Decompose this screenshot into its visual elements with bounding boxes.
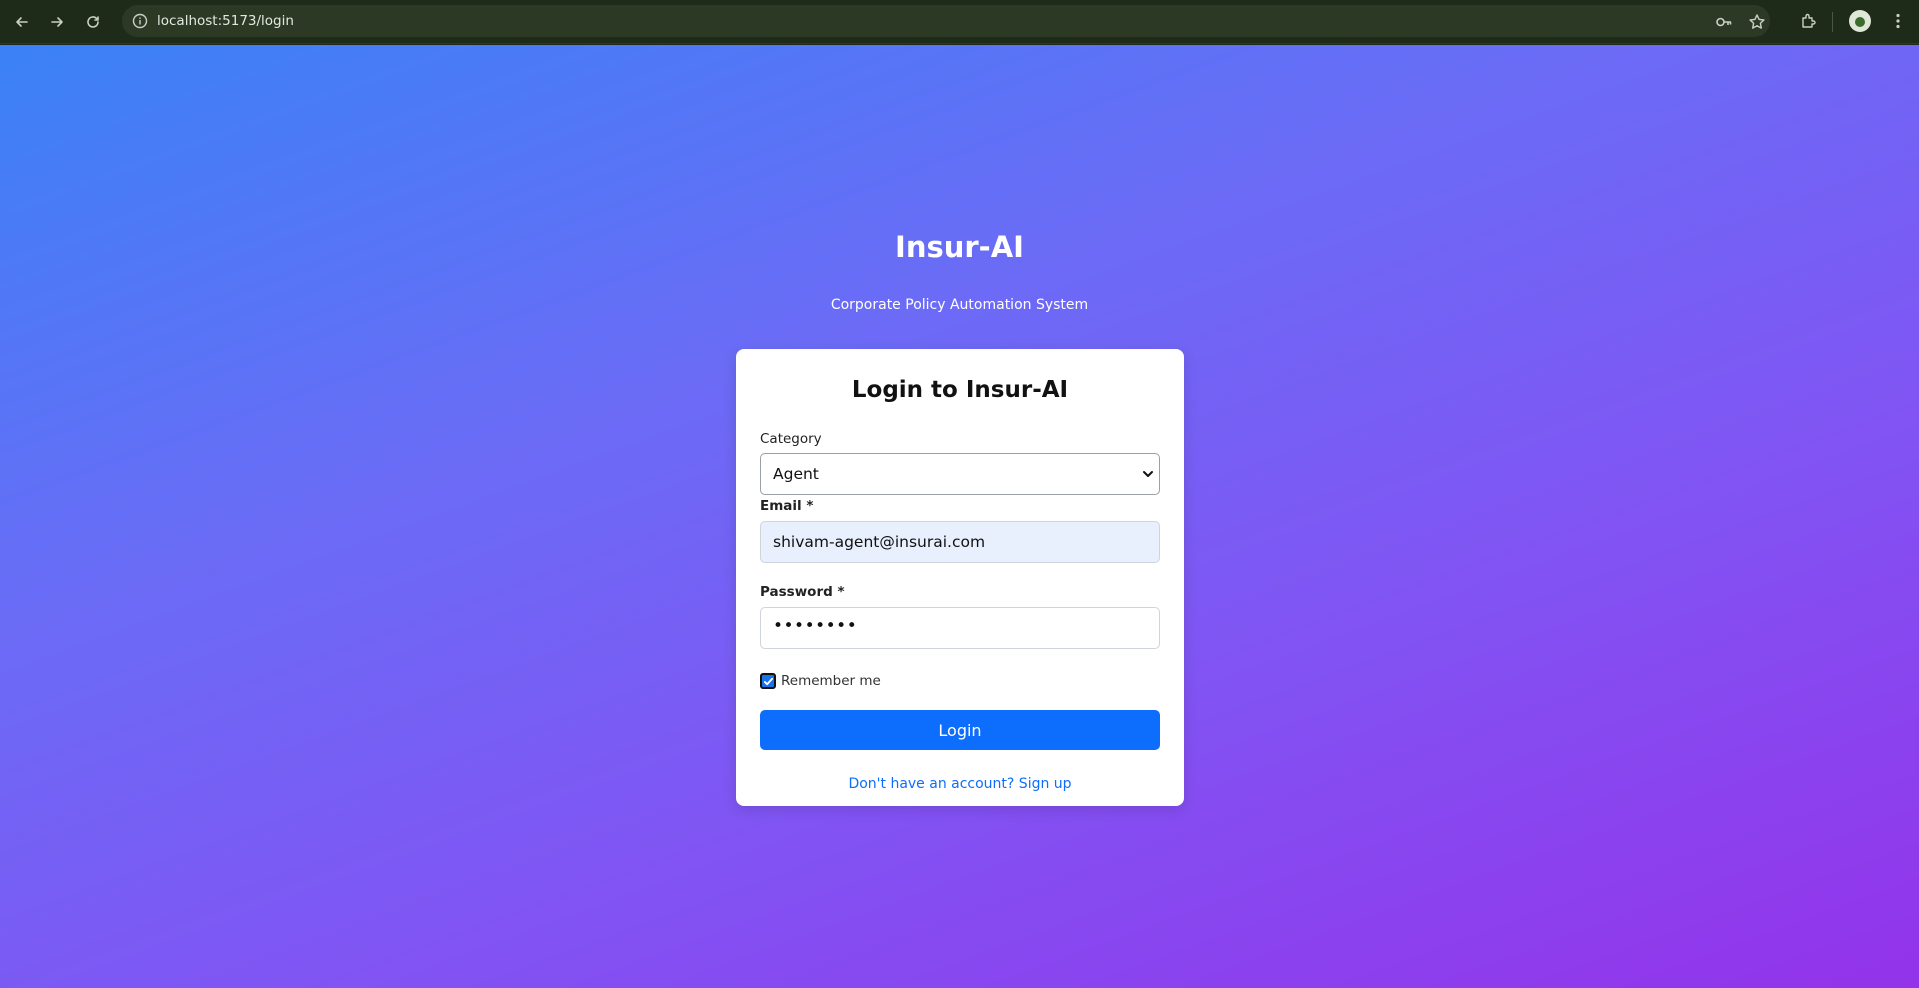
address-bar[interactable]: localhost:5173/login [122, 5, 1770, 37]
password-label: Password * [760, 584, 845, 600]
password-value: •••••••• [773, 616, 858, 636]
browser-toolbar: localhost:5173/login [0, 0, 1919, 44]
category-value: Agent [773, 465, 819, 483]
brand-title: Insur-AI [895, 230, 1024, 264]
reload-icon[interactable] [80, 9, 106, 35]
login-page: Insur-AI Corporate Policy Automation Sys… [0, 45, 1919, 988]
remember-me-label[interactable]: Remember me [781, 673, 881, 689]
star-icon[interactable] [1748, 13, 1766, 31]
extensions-icon[interactable] [1798, 10, 1820, 32]
login-card: Login to Insur-AI Category Agent Email *… [736, 349, 1184, 806]
check-icon [763, 677, 773, 685]
forward-icon[interactable] [44, 9, 70, 35]
menu-icon[interactable] [1887, 10, 1909, 32]
chevron-down-icon [1141, 467, 1155, 481]
toolbar-divider [1832, 12, 1833, 32]
login-title: Login to Insur-AI [851, 377, 1069, 403]
category-select[interactable]: Agent [760, 453, 1160, 495]
url-text[interactable]: localhost:5173/login [157, 13, 294, 29]
info-icon[interactable] [132, 13, 148, 29]
email-value: shivam-agent@insurai.com [773, 533, 986, 551]
back-icon[interactable] [9, 9, 35, 35]
password-field[interactable]: •••••••• [760, 607, 1160, 649]
signup-link[interactable]: Don't have an account? Sign up [736, 776, 1184, 792]
key-icon[interactable] [1715, 13, 1733, 31]
category-label: Category [760, 431, 822, 447]
brand-subtitle: Corporate Policy Automation System [830, 297, 1089, 313]
login-button[interactable]: Login [760, 710, 1160, 750]
email-label: Email * [760, 498, 814, 514]
email-field[interactable]: shivam-agent@insurai.com [760, 521, 1160, 563]
avatar[interactable] [1849, 10, 1871, 32]
remember-me-checkbox[interactable] [760, 673, 776, 689]
